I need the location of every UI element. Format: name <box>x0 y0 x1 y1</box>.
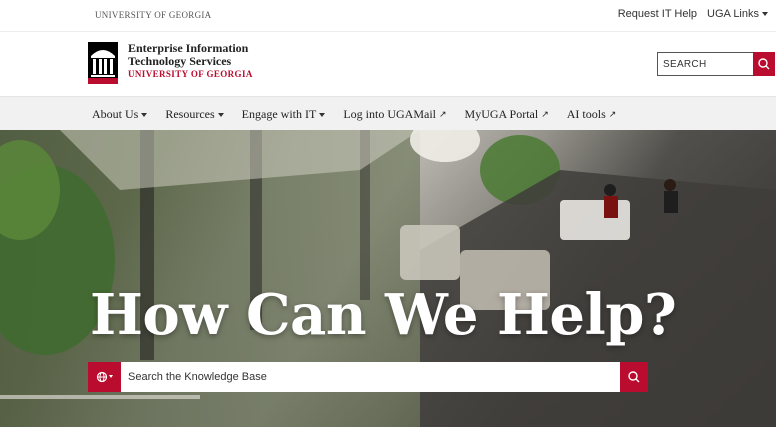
chevron-down-icon <box>319 113 326 118</box>
nav-item-ai-tools[interactable]: AI tools ↗ <box>567 107 617 122</box>
site-search-input[interactable] <box>658 53 754 75</box>
hero-banner: How Can We Help? <box>0 130 776 427</box>
logo-line-3: UNIVERSITY OF GEORGIA <box>128 69 253 79</box>
main-nav: About Us Resources Engage with IT Log in… <box>0 96 776 130</box>
site-search <box>657 52 775 76</box>
chevron-down-icon <box>217 113 224 118</box>
utility-links: Request IT Help UGA Links <box>618 8 768 20</box>
site-search-button[interactable] <box>753 52 775 76</box>
search-icon <box>758 58 770 70</box>
nav-item-myuga-portal[interactable]: MyUGA Portal ↗ <box>465 107 549 122</box>
knowledge-base-search-button[interactable] <box>620 362 648 392</box>
chevron-down-icon <box>141 113 148 118</box>
nav-label: About Us <box>92 107 139 121</box>
external-link-icon: ↗ <box>439 109 447 119</box>
search-scope-dropdown[interactable] <box>88 362 121 392</box>
nav-item-about-us[interactable]: About Us <box>92 107 148 122</box>
nav-item-resources[interactable]: Resources <box>165 107 224 122</box>
external-link-icon: ↗ <box>541 109 549 119</box>
external-link-icon: ↗ <box>608 109 617 119</box>
uga-links-label: UGA Links <box>707 8 759 20</box>
nav-label: AI tools <box>566 107 606 121</box>
university-link[interactable]: UNIVERSITY OF GEORGIA <box>95 10 211 20</box>
nav-item-log-into-ugamail[interactable]: Log into UGAMail ↗ <box>343 107 446 122</box>
nav-label: Resources <box>165 107 215 121</box>
knowledge-base-search-input[interactable] <box>128 362 608 392</box>
logo-text: Enterprise Information Technology Servic… <box>128 42 253 81</box>
request-it-help-link[interactable]: Request IT Help <box>618 8 697 20</box>
nav-label: MyUGA Portal <box>464 107 539 121</box>
uga-links-dropdown[interactable]: UGA Links <box>707 8 768 20</box>
nav-label: Log into UGAMail <box>343 107 436 121</box>
utility-bar: UNIVERSITY OF GEORGIA Request IT Help UG… <box>0 0 776 32</box>
site-header: Enterprise Information Technology Servic… <box>0 32 776 96</box>
knowledge-base-search <box>88 362 648 392</box>
globe-icon <box>96 371 113 383</box>
chevron-down-icon <box>762 12 768 17</box>
search-icon <box>628 371 640 383</box>
hero-title: How Can We Help? <box>90 282 677 348</box>
site-logo[interactable]: Enterprise Information Technology Servic… <box>88 42 253 84</box>
uga-arch-logo-icon <box>88 42 118 84</box>
nav-label: Engage with IT <box>241 107 317 121</box>
nav-item-engage-with-it[interactable]: Engage with IT <box>242 107 326 122</box>
logo-line-2: Technology Services <box>128 54 232 68</box>
